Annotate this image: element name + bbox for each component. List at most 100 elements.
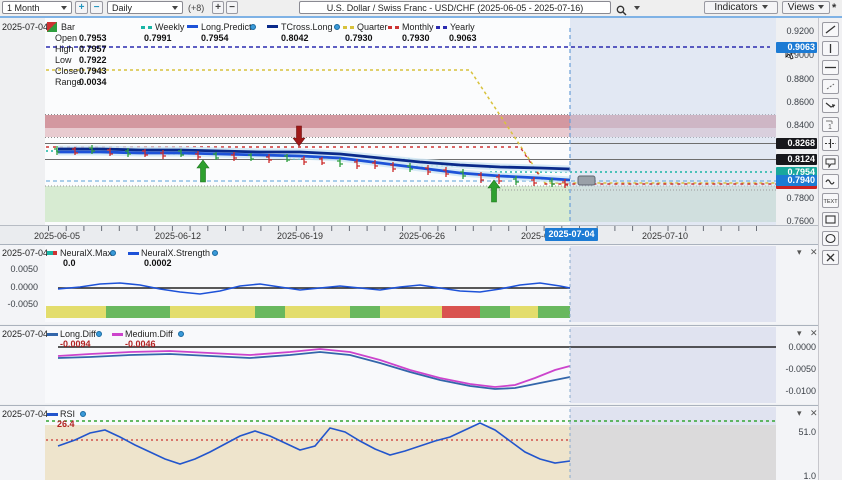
open-value: 0.7953	[79, 33, 107, 43]
pivot-price-badge: 0.8124	[776, 154, 817, 165]
neuralx-chart[interactable]	[0, 245, 842, 324]
main-date-label: 2025-07-04	[2, 22, 48, 32]
tool-delete[interactable]	[822, 250, 839, 265]
neuralx-strength-value: 0.0002	[144, 258, 172, 268]
offset-decrease-button[interactable]: −	[226, 1, 238, 14]
legend-weekly-label: Weekly	[155, 22, 184, 32]
panel-close-button[interactable]: ✕	[810, 248, 818, 257]
panel-collapse-button[interactable]: ▾	[797, 329, 802, 338]
date-tick-label: 2025-06-19	[277, 231, 323, 241]
offset-increase-button[interactable]: +	[212, 1, 224, 14]
tool-text[interactable]: TEXT	[822, 193, 839, 208]
bar-offset-label: (+8)	[188, 3, 204, 13]
snapshot-star-icon[interactable]: *	[832, 2, 836, 14]
legend-tcross-label: TCross.Long	[281, 22, 333, 32]
panel-collapse-button[interactable]: ▾	[797, 248, 802, 257]
weekly-dash-icon	[141, 26, 153, 29]
y-axis-tick: 51.0	[778, 427, 816, 437]
indicators-button[interactable]: Indicators	[704, 1, 778, 14]
current-price-badge: 0.7940	[776, 175, 817, 186]
tool-rectangle[interactable]	[822, 212, 839, 227]
long-diff-label: Long.Diff	[60, 329, 96, 339]
quarter-value: 0.7930	[345, 33, 373, 43]
range-label: Range	[55, 77, 82, 87]
low-label: Low	[55, 55, 72, 65]
date-tick-label: 2025-06-05	[34, 231, 80, 241]
info-icon[interactable]	[250, 24, 256, 30]
tool-wave[interactable]	[822, 174, 839, 189]
tool-fibonacci[interactable]: 1	[822, 117, 839, 132]
y-axis-tick: -0.0050	[2, 299, 38, 309]
neuralx-max-strip	[46, 306, 570, 318]
neuralx-strength-label: NeuralX.Strength	[141, 248, 210, 258]
yearly-dash-icon	[436, 26, 448, 29]
minus-icon: −	[94, 2, 100, 13]
tool-horizontal-line[interactable]	[822, 60, 839, 75]
future-projection-zone	[570, 18, 776, 225]
plus-icon: +	[79, 2, 85, 13]
medium-diff-value: -0.0046	[125, 339, 156, 349]
y-axis-tick: -0.0050	[778, 364, 816, 374]
period-select[interactable]: 1 Month	[2, 1, 72, 14]
rsi-label: RSI	[60, 409, 75, 419]
main-price-chart[interactable]	[0, 18, 842, 225]
period-increase-button[interactable]: +	[75, 1, 88, 14]
tool-extended-line[interactable]	[822, 79, 839, 94]
symbol-title: U.S. Dollar / Swiss Franc - USD/CHF (202…	[327, 3, 584, 13]
date-tick-label: 2025-07-10	[642, 231, 688, 241]
long-predict-dash-icon	[187, 25, 198, 28]
range-value: 0.0034	[79, 77, 107, 87]
y-axis-tick: 0.0050	[2, 264, 38, 274]
info-icon[interactable]	[212, 250, 218, 256]
level-drag-handle[interactable]	[578, 176, 595, 185]
legend-bar-label: Bar	[61, 22, 75, 32]
panel-collapse-button[interactable]: ▾	[797, 409, 802, 418]
drawing-tools-column: 1 TEXT	[818, 18, 842, 480]
long-diff-icon	[47, 333, 58, 336]
rsi-value: 26.4	[57, 419, 75, 429]
selected-date-badge: 2025-07-04	[545, 228, 598, 241]
search-icon[interactable]	[616, 3, 626, 13]
rsi-chart[interactable]	[0, 406, 842, 480]
views-button[interactable]: Views	[782, 1, 830, 14]
date-axis[interactable]: 2025-06-05 2025-06-12 2025-06-19 2025-06…	[0, 225, 818, 244]
chevron-down-icon	[61, 6, 67, 10]
medium-diff-icon	[112, 333, 123, 336]
interval-select[interactable]: Daily	[107, 1, 183, 14]
long-predict-value: 0.7954	[201, 33, 229, 43]
legend-yearly-label: Yearly	[450, 22, 475, 32]
date-tick-label: 2025-06-12	[155, 231, 201, 241]
panel-date-label: 2025-07-04	[2, 329, 48, 339]
chevron-down-icon	[172, 6, 178, 10]
symbol-title-box[interactable]: U.S. Dollar / Swiss Franc - USD/CHF (202…	[299, 1, 611, 14]
tool-callout[interactable]	[822, 155, 839, 170]
tool-vertical-line[interactable]	[822, 41, 839, 56]
info-icon[interactable]	[80, 411, 86, 417]
period-decrease-button[interactable]: −	[90, 1, 103, 14]
info-icon[interactable]	[334, 24, 340, 30]
yearly-value: 0.9063	[449, 33, 477, 43]
y-axis-tick: 0.0000	[778, 342, 816, 352]
long-diff-value: -0.0094	[60, 339, 91, 349]
tool-ray-arrow[interactable]	[822, 98, 839, 113]
neuralx-max-icon	[47, 251, 57, 255]
tool-ellipse[interactable]	[822, 231, 839, 246]
neuralx-max-label: NeuralX.Max	[60, 248, 112, 258]
future-projection-zone	[570, 407, 776, 480]
price-axis-tick: 0.7800	[776, 193, 814, 203]
close-label: Close	[55, 66, 78, 76]
views-button-label: Views	[788, 2, 815, 13]
panel-close-button[interactable]: ✕	[810, 409, 818, 418]
y-axis-tick: -0.0100	[778, 386, 816, 396]
info-icon[interactable]	[178, 331, 184, 337]
panel-close-button[interactable]: ✕	[810, 329, 818, 338]
info-icon[interactable]	[110, 250, 116, 256]
high-value: 0.7957	[79, 44, 107, 54]
search-options-caret[interactable]	[634, 6, 640, 10]
tool-trend-line[interactable]	[822, 22, 839, 37]
rsi-icon	[47, 413, 58, 416]
trading-app-window: 1 Month + − Daily (+8) + − U.S. Dollar /…	[0, 0, 842, 480]
tcross-value: 0.8042	[281, 33, 309, 43]
info-icon[interactable]	[96, 331, 102, 337]
tool-crosshair[interactable]	[822, 136, 839, 151]
